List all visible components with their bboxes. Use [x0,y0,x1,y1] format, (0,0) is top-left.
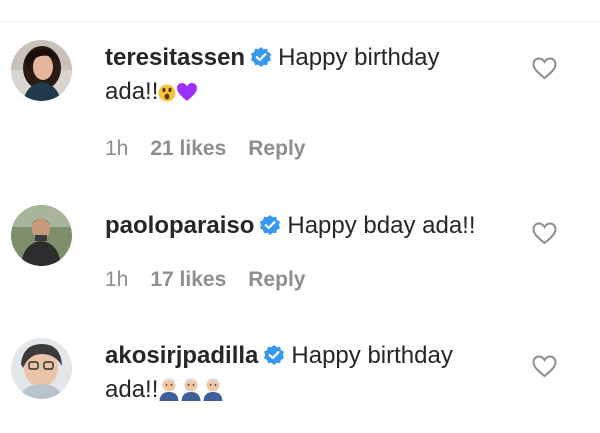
top-divider [0,21,600,22]
like-heart-icon[interactable] [532,355,557,378]
avatar[interactable] [11,40,72,101]
astonished-face-emoji-icon [158,79,176,113]
comment-text: akosirjpadilla Happy birthday ada!! [105,339,500,411]
verified-badge-icon [259,214,281,236]
comment-text-line2: ada!! [105,78,159,105]
older-person-emoji-icon [180,377,202,411]
comment-time: 1h [105,137,129,160]
username-link[interactable]: akosirjpadilla [105,342,258,369]
avatar[interactable] [11,338,72,399]
likes-count-link[interactable]: 21 likes [150,137,226,160]
purple-heart-emoji-icon [176,79,198,113]
like-heart-icon[interactable] [532,222,557,245]
comment-text: paoloparaiso Happy bday ada!! [105,209,500,243]
avatar[interactable] [11,205,72,266]
comment-text-line1: Happy birthday [291,342,453,369]
likes-count-link[interactable]: 17 likes [150,268,226,291]
username-link[interactable]: teresitassen [105,44,245,71]
comment-text-line1: Happy bday ada!! [287,212,476,239]
comment-meta: 1h 17 likes Reply [105,267,305,293]
comment-text: teresitassen Happy birthday ada!! [105,41,500,113]
verified-badge-icon [250,46,272,68]
reply-button[interactable]: Reply [248,268,305,291]
like-heart-icon[interactable] [532,57,557,80]
older-person-emoji-icon [202,377,224,411]
username-link[interactable]: paoloparaiso [105,212,254,239]
comment-meta: 1h 21 likes Reply [105,136,305,162]
comment-time: 1h [105,268,129,291]
verified-badge-icon [263,344,285,366]
reply-button[interactable]: Reply [248,137,305,160]
comment-text-line2: ada!! [105,376,159,403]
older-person-emoji-icon [158,377,180,411]
comment-text-line1: Happy birthday [278,44,440,71]
